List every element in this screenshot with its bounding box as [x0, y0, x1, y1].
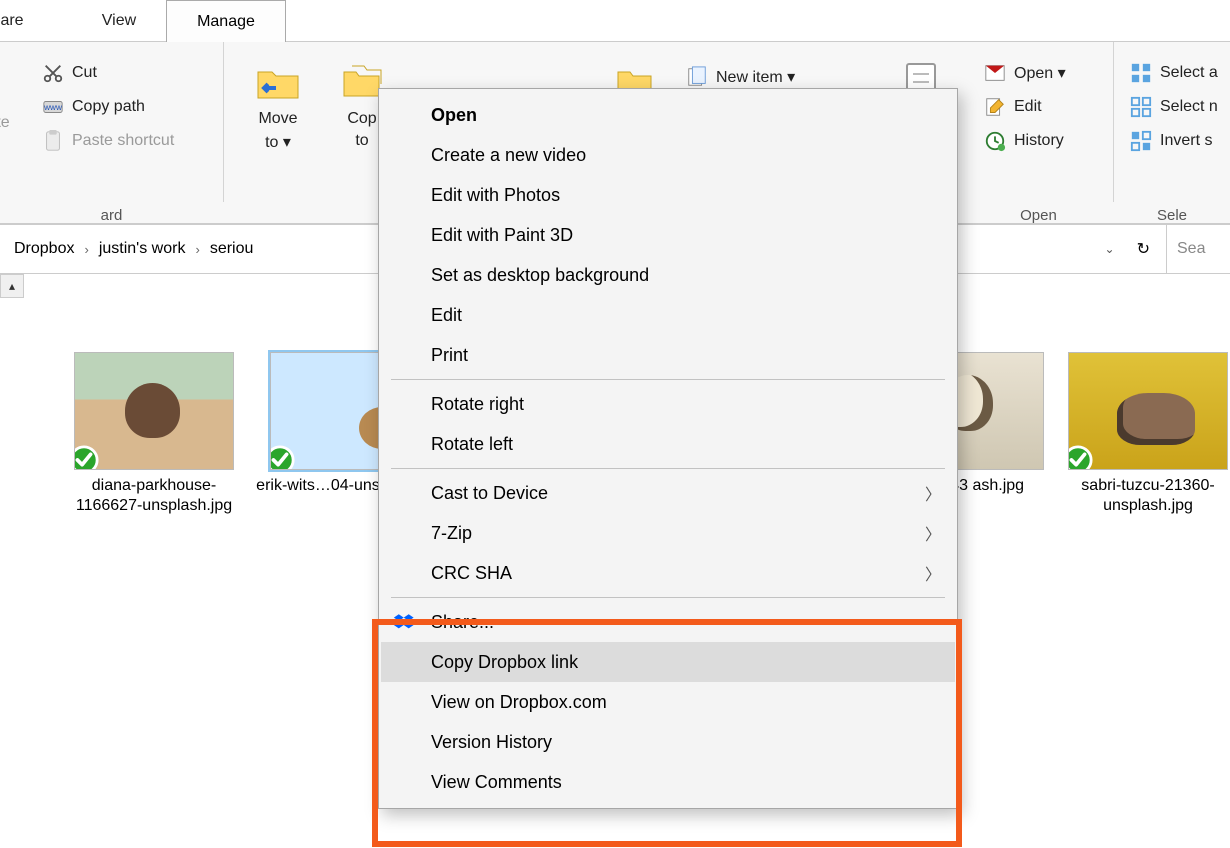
edit-pencil-icon — [984, 96, 1006, 118]
context-menu: Open Create a new video Edit with Photos… — [378, 88, 958, 809]
cut-button[interactable]: Cut — [36, 56, 180, 90]
cm-separator — [391, 597, 945, 598]
cm-crc-label: CRC SHA — [431, 563, 512, 584]
edit-label: Edit — [1014, 98, 1042, 116]
cm-open[interactable]: Open — [381, 95, 955, 135]
paste-shortcut-button[interactable]: Paste shortcut — [36, 124, 180, 158]
tab-manage[interactable]: Manage — [166, 0, 286, 42]
search-input[interactable]: Sea — [1166, 225, 1230, 273]
file-item[interactable]: sabri-tuzcu-21360-unsplash.jpg — [1054, 346, 1230, 516]
cm-cast-to-device[interactable]: Cast to Device 〉 — [381, 473, 955, 513]
cm-view-comments[interactable]: View Comments — [381, 762, 955, 802]
edit-button[interactable]: Edit — [978, 90, 1072, 124]
breadcrumb-seg-1[interactable]: justin's work — [99, 240, 186, 258]
pin-button-cutoff: te — [0, 114, 26, 132]
scissors-icon — [42, 62, 64, 84]
move-to-label1: Move — [258, 110, 297, 128]
invert-selection-button[interactable]: Invert s — [1124, 124, 1224, 158]
svg-text:www: www — [43, 103, 62, 112]
cm-rotate-left[interactable]: Rotate left — [381, 424, 955, 464]
address-dropdown-button[interactable]: ⌄ — [1097, 236, 1123, 262]
select-none-label: Select n — [1160, 98, 1218, 116]
select-none-button[interactable]: Select n — [1124, 90, 1224, 124]
select-all-button[interactable]: Select a — [1124, 56, 1224, 90]
cm-edit[interactable]: Edit — [381, 295, 955, 335]
select-all-icon — [1130, 62, 1152, 84]
cm-edit-paint3d[interactable]: Edit with Paint 3D — [381, 215, 955, 255]
invert-selection-icon — [1130, 130, 1152, 152]
chevron-right-icon: 〉 — [925, 561, 941, 585]
cm-view-dropbox[interactable]: View on Dropbox.com — [381, 682, 955, 722]
move-to-button[interactable]: Move to ▾ — [242, 58, 314, 152]
cm-print[interactable]: Print — [381, 335, 955, 375]
sync-ok-icon — [74, 445, 99, 470]
tab-share[interactable]: are — [0, 0, 42, 42]
file-thumbnail — [1068, 352, 1228, 470]
cm-7zip-label: 7-Zip — [431, 523, 472, 544]
cm-version-history[interactable]: Version History — [381, 722, 955, 762]
invert-label: Invert s — [1160, 132, 1212, 150]
open-label: Open ▾ — [1014, 63, 1066, 83]
breadcrumb-seg-2[interactable]: seriou — [210, 240, 254, 258]
file-item[interactable]: diana-parkhouse-1166627-unsplash.jpg — [60, 346, 248, 516]
file-name: diana-parkhouse-1166627-unsplash.jpg — [60, 476, 248, 516]
cm-separator — [391, 379, 945, 380]
chevron-right-icon: 〉 — [925, 521, 941, 545]
history-button[interactable]: History — [978, 124, 1072, 158]
cm-set-background[interactable]: Set as desktop background — [381, 255, 955, 295]
paste-shortcut-label: Paste shortcut — [72, 132, 174, 150]
file-thumbnail — [74, 352, 234, 470]
copy-path-label: Copy path — [72, 98, 145, 116]
cm-create-video[interactable]: Create a new video — [381, 135, 955, 175]
ribbon-group-select: Select a Select n Invert s Sele — [1114, 42, 1230, 202]
copy-path-button[interactable]: www Copy path — [36, 90, 180, 124]
group-label-clipboard: ard — [0, 207, 223, 224]
ribbon-group-organize: Move to ▾ Cop to — [224, 42, 400, 202]
refresh-button[interactable]: ↻ — [1129, 235, 1158, 263]
cm-crc-sha[interactable]: CRC SHA 〉 — [381, 553, 955, 593]
cm-copy-dropbox-link[interactable]: Copy Dropbox link — [381, 642, 955, 682]
cm-share-label: Share... — [431, 612, 494, 633]
chevron-right-icon: 〉 — [925, 481, 941, 505]
tab-view[interactable]: View — [74, 0, 164, 42]
sync-ok-icon — [270, 445, 295, 470]
cm-edit-photos[interactable]: Edit with Photos — [381, 175, 955, 215]
file-name: sabri-tuzcu-21360-unsplash.jpg — [1054, 476, 1230, 516]
cm-7zip[interactable]: 7-Zip 〉 — [381, 513, 955, 553]
paste-shortcut-icon — [42, 130, 64, 152]
new-item-icon — [686, 66, 708, 88]
cm-cast-label: Cast to Device — [431, 483, 548, 504]
breadcrumb-seg-0[interactable]: Dropbox — [14, 240, 74, 258]
cm-rotate-right[interactable]: Rotate right — [381, 384, 955, 424]
sync-ok-icon — [1068, 445, 1093, 470]
open-button[interactable]: Open ▾ — [978, 56, 1072, 90]
ribbon-group-clipboard: te Cut www Copy path Paste shortcut — [0, 42, 224, 202]
move-to-label2: to ▾ — [265, 132, 291, 152]
chevron-right-icon[interactable]: › — [84, 242, 88, 257]
copy-to-label1: Cop — [347, 110, 376, 128]
history-icon — [984, 130, 1006, 152]
cm-share[interactable]: Share... — [381, 602, 955, 642]
copy-path-icon: www — [42, 96, 64, 118]
cut-label: Cut — [72, 64, 97, 82]
move-to-icon — [254, 58, 302, 106]
ribbon-group-open: Open ▾ Edit History Open — [964, 42, 1114, 202]
copy-to-label2: to — [355, 132, 368, 150]
group-label-select: Sele — [1114, 207, 1230, 224]
new-item-label: New item ▾ — [716, 67, 795, 87]
history-label: History — [1014, 132, 1064, 150]
chevron-right-icon[interactable]: › — [195, 242, 199, 257]
group-label-open: Open — [964, 207, 1113, 224]
scroll-up-button[interactable]: ▴ — [0, 274, 24, 298]
select-none-icon — [1130, 96, 1152, 118]
ribbon-tab-strip: are View Manage — [0, 0, 1230, 42]
cm-separator — [391, 468, 945, 469]
open-icon — [984, 62, 1006, 84]
dropbox-icon — [393, 611, 415, 633]
search-placeholder: Sea — [1177, 240, 1205, 258]
select-all-label: Select a — [1160, 64, 1218, 82]
